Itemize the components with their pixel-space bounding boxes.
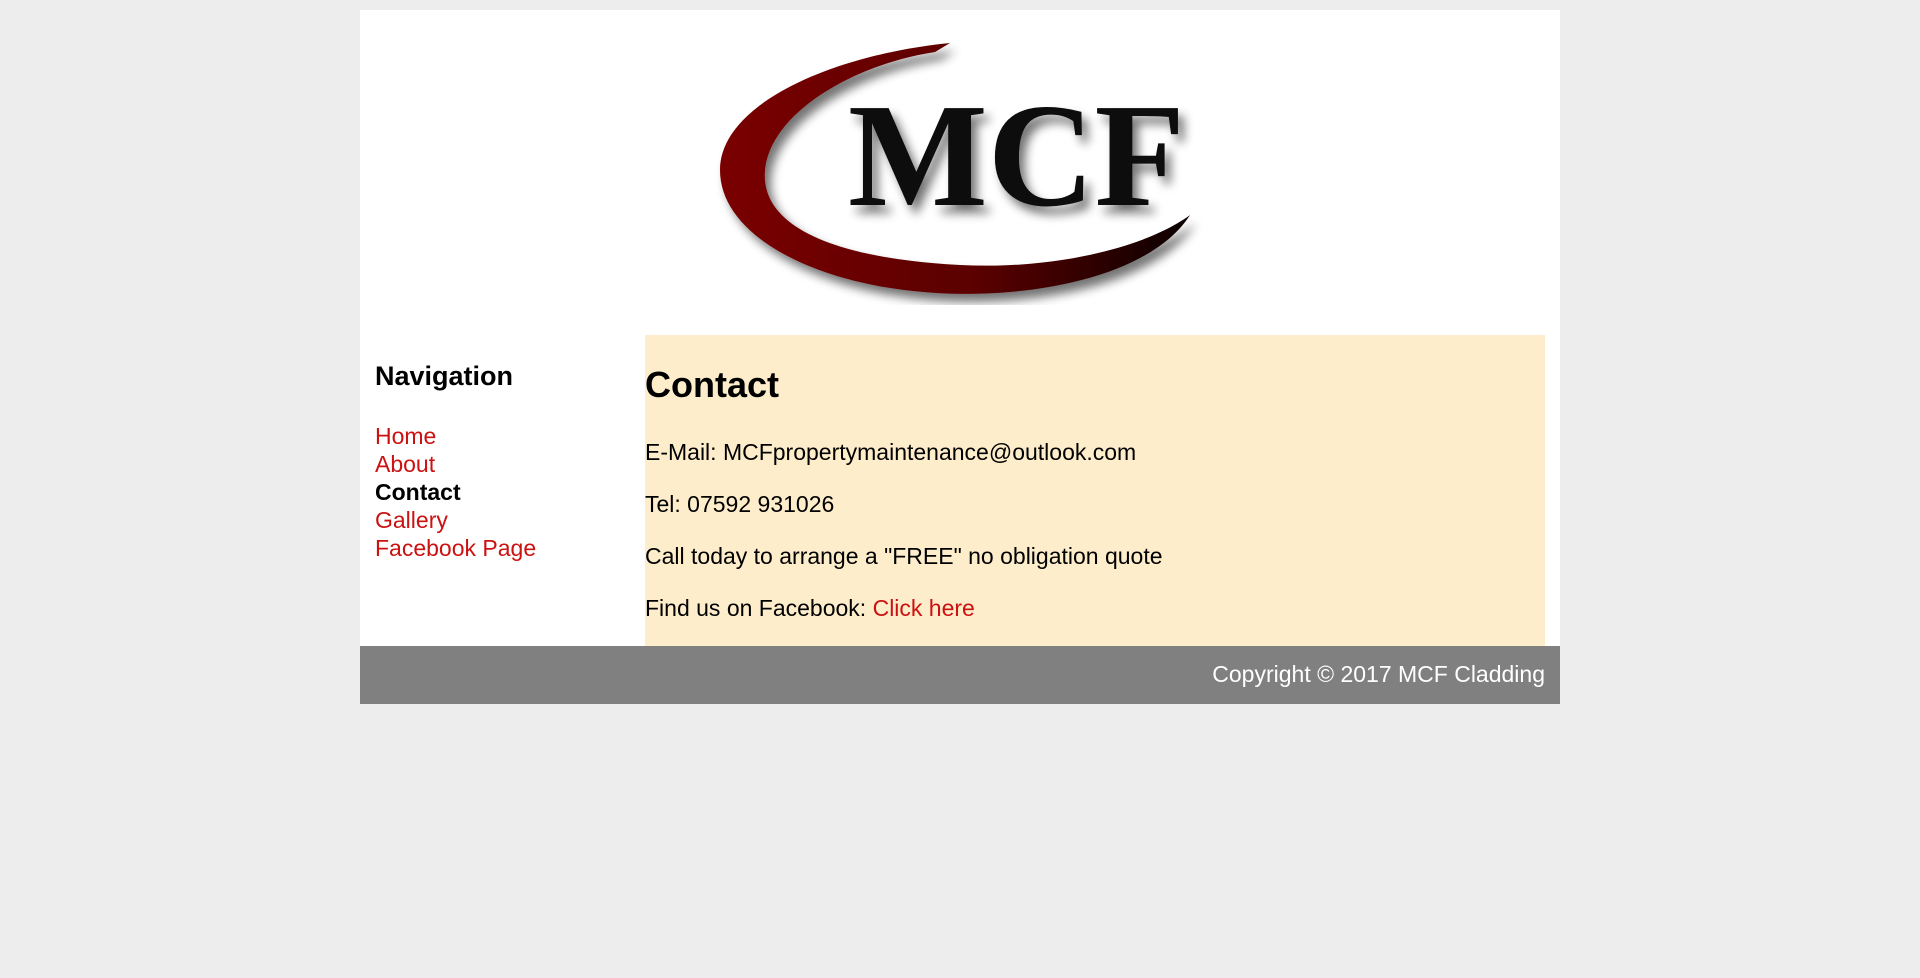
call-line: Call today to arrange a "FREE" no obliga…: [645, 543, 1163, 569]
tel-line: Tel: 07592 931026: [645, 491, 835, 517]
nav-item-about[interactable]: About: [375, 450, 536, 478]
nav-heading: Navigation: [375, 361, 514, 391]
page-container: MCF Navigation Home About Contact Galler…: [360, 10, 1560, 704]
nav-item-home[interactable]: Home: [375, 422, 536, 450]
page-title: Contact: [645, 364, 779, 405]
nav-item-contact: Contact: [375, 479, 461, 505]
content-row: Navigation Home About Contact Gallery Fa…: [360, 335, 1560, 646]
site-footer: Copyright © 2017 MCF Cladding: [360, 646, 1560, 704]
facebook-label: Find us on Facebook:: [645, 595, 867, 621]
facebook-line: Find us on Facebook: Click here: [645, 595, 975, 622]
svg-text:MCF: MCF: [848, 74, 1185, 238]
nav-item-facebook-page[interactable]: Facebook Page: [375, 534, 536, 562]
facebook-link[interactable]: Click here: [873, 595, 975, 621]
nav-list: Home About Contact Gallery Facebook Page: [375, 422, 536, 562]
site-header: MCF: [360, 10, 1560, 335]
main-content: Contact E-Mail: MCFpropertymaintenance@o…: [645, 335, 1545, 646]
nav-item-gallery[interactable]: Gallery: [375, 506, 536, 534]
copyright-text: Copyright © 2017 MCF Cladding: [1212, 661, 1545, 687]
mcf-logo: MCF: [720, 43, 1190, 294]
email-line: E-Mail: MCFpropertymaintenance@outlook.c…: [645, 439, 1137, 465]
